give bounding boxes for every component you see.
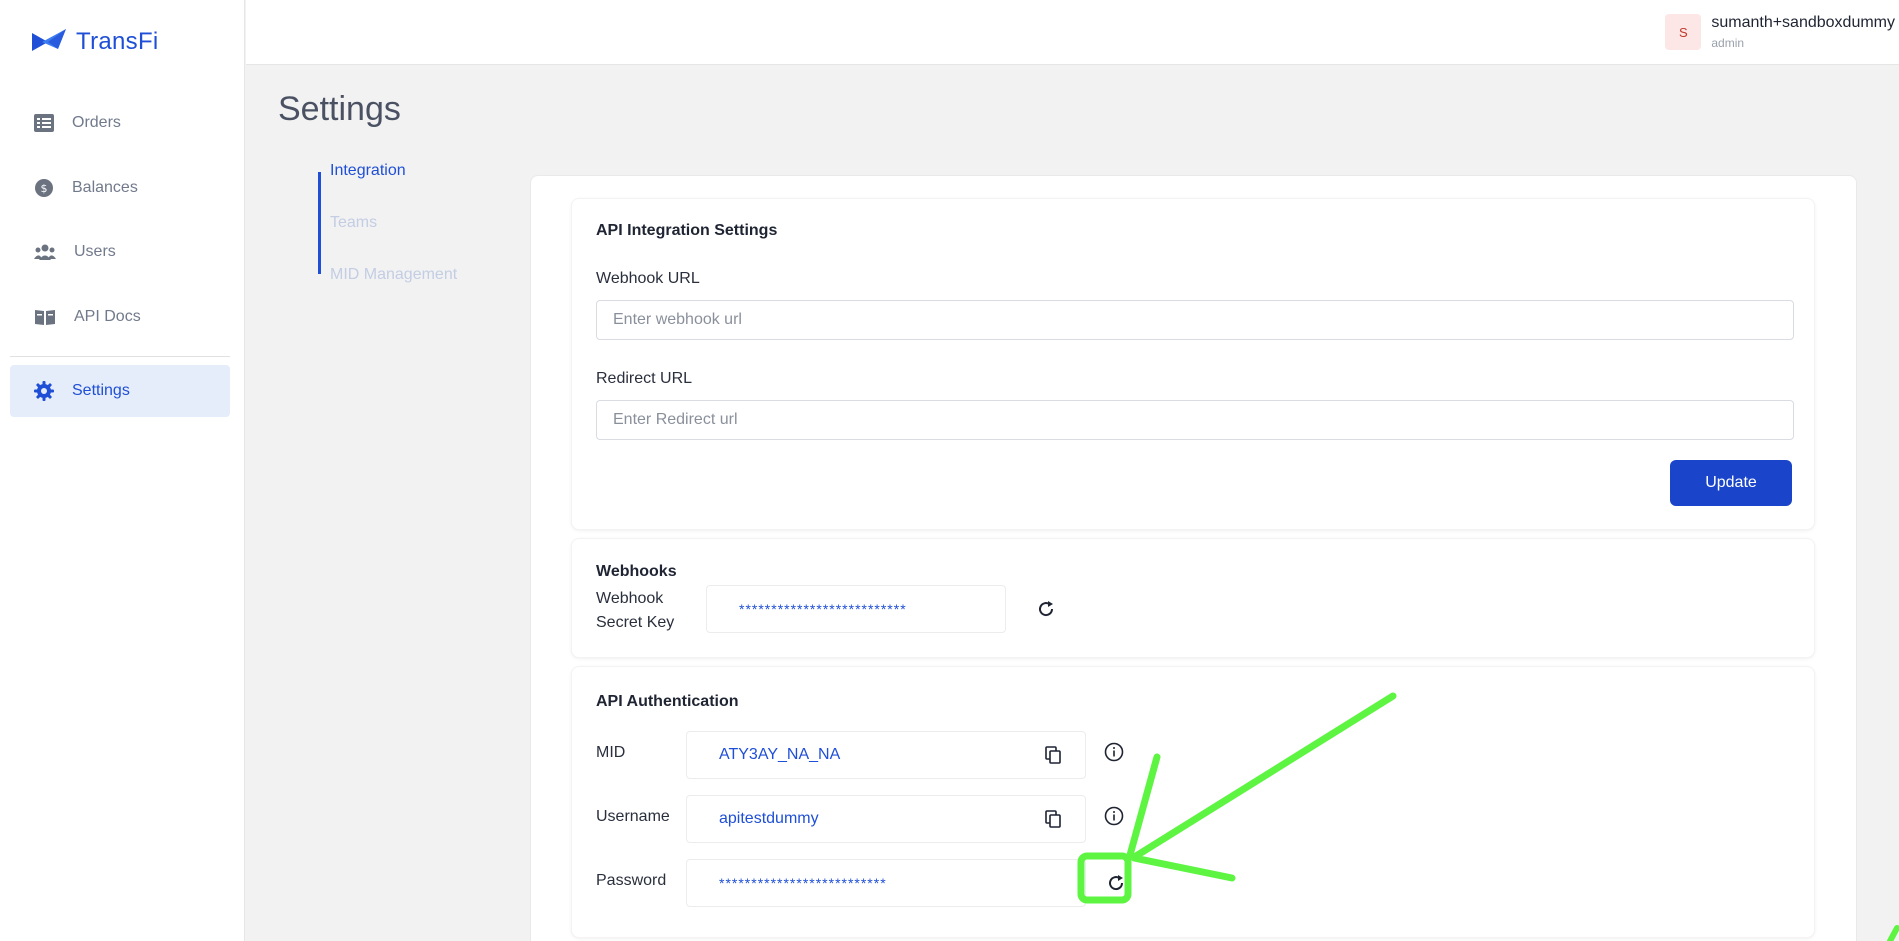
gear-icon (34, 381, 54, 401)
password-label: Password (596, 872, 667, 889)
sidebar-item-label: Settings (72, 382, 130, 399)
brand-name: TransFi (76, 28, 159, 55)
mid-info-button[interactable] (1102, 740, 1126, 764)
mid-label: MID (596, 744, 626, 761)
regenerate-webhook-secret-button[interactable] (1034, 597, 1058, 621)
transfi-logo-icon (32, 29, 66, 51)
info-icon (1104, 806, 1124, 826)
coin-icon: $ (35, 179, 53, 197)
tab-mid-management[interactable]: MID Management (330, 266, 457, 284)
user-role: admin (1711, 36, 1745, 50)
webhook-secret-key-label: Webhook Secret Key (596, 587, 674, 635)
section-title: API Authentication (596, 693, 739, 710)
password-value: ************************** (686, 859, 1086, 907)
sidebar-item-label: Balances (72, 179, 138, 196)
settings-subnav: Integration Teams MID Management (318, 162, 478, 283)
avatar: S (1665, 14, 1702, 50)
book-icon (35, 310, 55, 325)
section-title: Webhooks (596, 563, 677, 580)
annotation-edge-mark (1887, 925, 1899, 941)
sidebar-item-label: API Docs (74, 308, 141, 325)
webhook-url-label: Webhook URL (596, 270, 700, 287)
webhook-secret-key-label-line1: Webhook (596, 590, 664, 607)
top-bar: S sumanth+sandboxdummy admin (246, 0, 1899, 65)
refresh-icon (1109, 875, 1124, 891)
brand-logo[interactable]: TransFi (32, 28, 159, 56)
sidebar-divider (10, 356, 230, 357)
username-info-button[interactable] (1102, 804, 1126, 828)
regenerate-password-button[interactable] (1104, 871, 1128, 895)
sidebar-item-balances[interactable]: $ Balances (10, 162, 230, 214)
user-info: sumanth+sandboxdummy admin (1711, 14, 1895, 50)
user-name: sumanth+sandboxdummy (1711, 14, 1895, 31)
update-button[interactable]: Update (1670, 460, 1792, 506)
mid-value: ATY3AY_NA_NA (686, 731, 1086, 779)
sidebar-item-orders[interactable]: Orders (10, 97, 230, 149)
sidebar-item-users[interactable]: Users (10, 226, 230, 278)
users-icon (34, 244, 56, 260)
list-icon (34, 114, 54, 132)
svg-text:$: $ (41, 182, 48, 195)
webhooks-section: Webhooks Webhook Secret Key ************… (571, 538, 1815, 658)
copy-icon (1045, 746, 1061, 764)
username-label: Username (596, 808, 670, 825)
copy-mid-button[interactable] (1041, 743, 1065, 767)
tab-teams[interactable]: Teams (330, 214, 377, 232)
refresh-icon (1039, 601, 1054, 617)
sidebar-item-settings[interactable]: Settings (10, 365, 230, 417)
webhook-secret-key-value: ************************** (706, 585, 1006, 633)
sidebar-item-label: Users (74, 243, 116, 260)
api-integration-section: API Integration Settings Webhook URL Red… (571, 198, 1815, 530)
sidebar-item-api-docs[interactable]: API Docs (10, 291, 230, 343)
settings-card: API Integration Settings Webhook URL Red… (530, 175, 1857, 941)
page-title: Settings (278, 90, 401, 128)
info-icon (1104, 742, 1124, 762)
sidebar: TransFi Orders $ Balances Users API Docs… (0, 0, 245, 941)
webhook-url-input[interactable] (596, 300, 1794, 340)
copy-username-button[interactable] (1041, 807, 1065, 831)
copy-icon (1045, 810, 1061, 828)
redirect-url-input[interactable] (596, 400, 1794, 440)
redirect-url-label: Redirect URL (596, 370, 693, 387)
section-title: API Integration Settings (596, 222, 778, 239)
user-menu[interactable]: S sumanth+sandboxdummy admin (1665, 14, 1895, 50)
api-authentication-section: API Authentication MID ATY3AY_NA_NA User… (571, 666, 1815, 938)
sidebar-item-label: Orders (72, 114, 121, 131)
webhook-secret-key-label-line2: Secret Key (596, 614, 675, 631)
tab-integration[interactable]: Integration (330, 162, 406, 180)
username-value: apitestdummy (686, 795, 1086, 843)
